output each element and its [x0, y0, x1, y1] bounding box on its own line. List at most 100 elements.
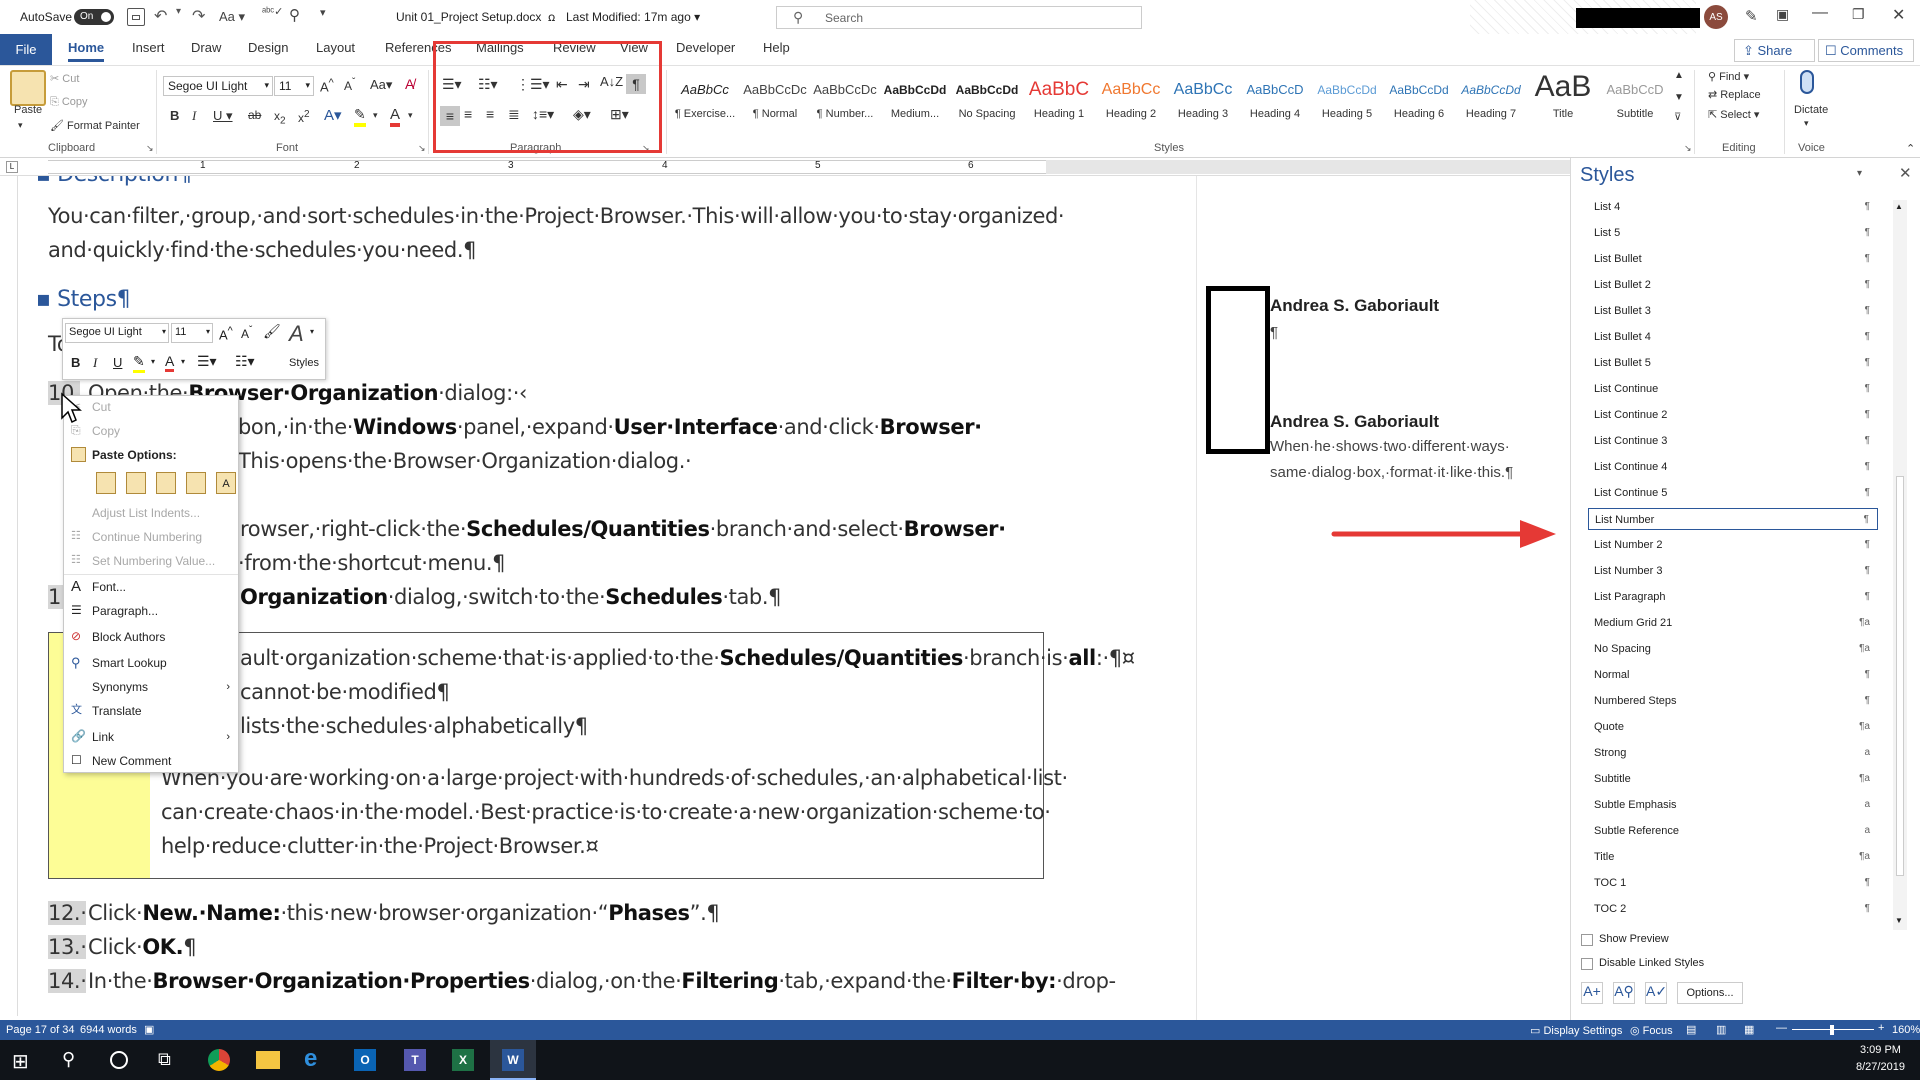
style-list-item[interactable]: List Paragraph ¶ [1588, 586, 1878, 608]
tab-help[interactable]: Help [763, 40, 790, 55]
style-list-item[interactable]: TOC 2 ¶ [1588, 898, 1878, 920]
tab-developer[interactable]: Developer [676, 40, 735, 55]
style-list-item[interactable]: TOC 1 ¶ [1588, 872, 1878, 894]
chrome-icon[interactable] [208, 1049, 230, 1071]
highlight-dropdown-icon[interactable]: ▾ [373, 110, 378, 121]
tab-layout[interactable]: Layout [316, 40, 355, 55]
paste-picture-icon[interactable] [186, 472, 206, 494]
menu-item-synonyms[interactable]: Synonyms › [64, 676, 238, 698]
disable-linked-checkbox[interactable] [1581, 958, 1593, 970]
edge-icon[interactable]: e [304, 1045, 317, 1073]
paste-merge-icon[interactable] [126, 472, 146, 494]
font-size-box[interactable]: 11 ▾ [274, 76, 314, 96]
find-button[interactable]: ⚲ Find ▾ [1708, 70, 1749, 83]
style-list-item[interactable]: Strong a [1588, 742, 1878, 764]
windows-start-icon[interactable]: ⊞ [12, 1049, 29, 1074]
mini-styles-dropdown-icon[interactable]: ▾ [310, 327, 314, 336]
menu-item-cut[interactable]: ✂Cut [64, 396, 238, 418]
share-button[interactable]: ⇪ Share [1734, 39, 1815, 62]
highlight-icon[interactable]: ✎ [354, 106, 366, 127]
mini-font-size[interactable]: 11 ▾ [171, 323, 213, 343]
style-heading-6[interactable]: AaBbCcDd Heading 6 [1384, 80, 1454, 120]
menu-item-block-authors[interactable]: ⊘ Block Authors [64, 626, 238, 648]
menu-item-paragraph[interactable]: ☰ Paragraph... [64, 600, 238, 622]
style-list-item[interactable]: Normal ¶ [1588, 664, 1878, 686]
collapse-ribbon-icon[interactable]: ⌃ [1906, 142, 1915, 155]
paste-button[interactable]: Paste [14, 104, 42, 116]
scroll-down-icon[interactable]: ▼ [1895, 916, 1903, 925]
close-icon[interactable]: ✕ [1892, 5, 1905, 25]
style-heading-7[interactable]: AaBbCcDd Heading 7 [1456, 80, 1526, 120]
gallery-more-icon[interactable]: ⊽ [1674, 112, 1681, 123]
read-mode-icon[interactable]: ▤ [1686, 1023, 1696, 1036]
font-color-icon[interactable]: A [390, 106, 401, 127]
menu-item-adjust-indents[interactable]: Adjust List Indents... [64, 502, 238, 524]
style-medium[interactable]: AaBbCcDd Medium... [880, 80, 950, 120]
style-list-item[interactable]: List Bullet 5 ¶ [1588, 352, 1878, 374]
tab-file[interactable]: File [0, 34, 52, 65]
word-count[interactable]: 6944 words [80, 1024, 137, 1036]
style-heading-2[interactable]: AaBbCc Heading 2 [1096, 80, 1166, 120]
style-list-item[interactable]: List Number 3 ¶ [1588, 560, 1878, 582]
style-inspector-icon[interactable]: A⚲ [1613, 982, 1635, 1004]
select-button[interactable]: ⇱ Select ▾ [1708, 108, 1759, 121]
grow-font-icon[interactable]: A^ [320, 77, 334, 94]
style-list-item[interactable]: Subtitle ¶a [1588, 768, 1878, 790]
bold-icon[interactable]: B [170, 108, 179, 123]
menu-item-new-comment[interactable]: ☐ New Comment [64, 750, 238, 772]
style-heading-3[interactable]: AaBbCc Heading 3 [1168, 80, 1238, 120]
style-list-item[interactable]: List 4 ¶ [1588, 196, 1878, 218]
cortana-icon[interactable] [110, 1051, 128, 1069]
styles-launcher-icon[interactable]: ↘ [1684, 143, 1692, 154]
mini-font-name[interactable]: Segoe UI Light ▾ [65, 323, 169, 343]
style-heading-1[interactable]: AaBbC Heading 1 [1024, 80, 1094, 120]
style-list-item[interactable]: Quote ¶a [1588, 716, 1878, 738]
spelling-icon[interactable]: ᵃᵇᶜ✓ [262, 5, 283, 18]
dictate-button[interactable]: Dictate [1794, 104, 1828, 116]
style-exercise[interactable]: AaBbCc ¶ Exercise... [670, 80, 740, 120]
ribbon-display-icon[interactable]: ▣ [1776, 6, 1789, 23]
style-list-item[interactable]: List Bullet 2 ¶ [1588, 274, 1878, 296]
manage-styles-icon[interactable]: A✓ [1645, 982, 1667, 1004]
shrink-font-icon[interactable]: Aˇ [344, 77, 355, 93]
font-color-dropdown-icon[interactable]: ▾ [408, 110, 413, 121]
zoom-in-icon[interactable]: + [1878, 1022, 1884, 1034]
style-normal[interactable]: AaBbCcDc ¶ Normal [740, 80, 810, 120]
mini-shrink-font-icon[interactable]: Aˇ [241, 325, 252, 341]
mini-highlight-icon[interactable]: ✎ [133, 353, 145, 373]
paste-continue-list-icon[interactable] [156, 472, 176, 494]
style-list-item[interactable]: List Continue ¶ [1588, 378, 1878, 400]
cut-button[interactable]: ✂ Cut [50, 72, 79, 85]
replace-button[interactable]: ⇄ Replace [1708, 88, 1761, 101]
copy-button[interactable]: ⎘ Copy [50, 96, 88, 109]
style-subtitle[interactable]: AaBbCcD Subtitle [1600, 80, 1670, 120]
excel-icon[interactable]: X [452, 1049, 474, 1071]
mini-numbering-icon[interactable]: ☷▾ [235, 353, 255, 370]
mini-format-painter-icon[interactable]: 🖌 [263, 323, 281, 340]
style-number[interactable]: AaBbCcDc ¶ Number... [810, 80, 880, 120]
style-list-item[interactable]: List 5 ¶ [1588, 222, 1878, 244]
autosave-toggle[interactable]: On [74, 9, 114, 25]
new-style-icon[interactable]: A+ [1581, 982, 1603, 1004]
mini-highlight-dropdown-icon[interactable]: ▾ [151, 357, 155, 366]
print-layout-icon[interactable]: ▥ [1716, 1023, 1726, 1036]
text-effects-icon[interactable]: A▾ [324, 106, 342, 124]
style-list-item[interactable]: List Continue 4 ¶ [1588, 456, 1878, 478]
change-case-ribbon-icon[interactable]: Aa▾ [370, 77, 392, 93]
zoom-slider-thumb[interactable] [1830, 1025, 1834, 1035]
zoom-out-icon[interactable]: — [1776, 1022, 1787, 1034]
style-list-item[interactable]: Subtle Reference a [1588, 820, 1878, 842]
menu-item-translate[interactable]: 文 Translate [64, 700, 238, 722]
style-list-item[interactable]: List Bullet ¶ [1588, 248, 1878, 270]
clear-formatting-icon[interactable]: A̸ [405, 76, 414, 92]
avatar[interactable]: AS [1704, 5, 1728, 29]
gallery-up-icon[interactable]: ▲ [1674, 70, 1684, 81]
style-list-item[interactable]: List Continue 5 ¶ [1588, 482, 1878, 504]
pane-close-icon[interactable]: ✕ [1899, 164, 1912, 182]
scroll-thumb[interactable] [1896, 476, 1904, 876]
mini-font-color-icon[interactable]: A [165, 353, 175, 372]
save-icon[interactable] [127, 8, 145, 26]
word-taskbar-active[interactable]: W [490, 1040, 536, 1080]
tab-home[interactable]: Home [68, 40, 105, 62]
style-title[interactable]: AaB Title [1528, 70, 1598, 120]
